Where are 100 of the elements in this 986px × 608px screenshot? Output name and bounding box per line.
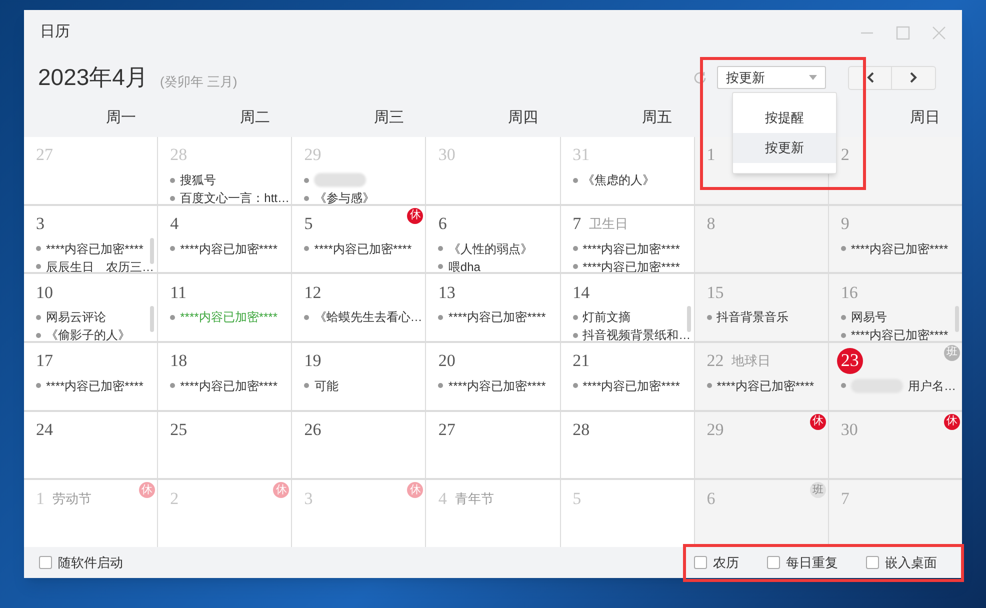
event-item[interactable]: 抖音视频背景纸和…	[582, 326, 691, 341]
day-cell[interactable]: 3 ****内容已加密**** 辰辰生日 农历三…	[24, 206, 158, 272]
day-cell[interactable]: 5 休 ****内容已加密****	[292, 206, 426, 272]
event-item[interactable]: 《参与感》	[314, 189, 374, 204]
event-item[interactable]: ****内容已加密****	[850, 240, 948, 258]
day-cell[interactable]: 17 ****内容已加密****	[24, 342, 158, 410]
day-cell[interactable]: 28 搜狐号 百度文心一言：htt…	[158, 137, 292, 204]
event-item[interactable]: ****内容已加密****	[180, 240, 278, 258]
day-cell[interactable]: 29 休	[694, 412, 828, 478]
blurred-placeholder	[314, 173, 366, 187]
dropdown-option[interactable]: 按提醒	[733, 103, 836, 133]
event-item[interactable]: 百度文心一言：htt…	[180, 189, 290, 204]
day-cell[interactable]: 12 《蛤蟆先生去看心…	[292, 274, 426, 341]
day-cell[interactable]: 23 班 用户名…	[828, 342, 962, 410]
day-cell[interactable]: 14 灯前文摘 抖音视频背景纸和…	[560, 274, 694, 341]
checkbox-option[interactable]: 随软件启动	[39, 552, 123, 572]
day-cell[interactable]: 10 网易云评论 《偷影子的人》	[24, 274, 158, 341]
event-item[interactable]: ****内容已加密****	[582, 376, 680, 395]
day-number: 2	[840, 144, 850, 166]
day-cell[interactable]: 4 ****内容已加密****	[158, 206, 292, 272]
day-cell[interactable]: 11 ****内容已加密****	[158, 274, 292, 341]
event-item[interactable]: 辰辰生日 农历三…	[46, 258, 154, 272]
event-item[interactable]: 《焦虑的人》	[582, 171, 655, 189]
bullet-icon	[572, 246, 578, 252]
scrollbar[interactable]	[686, 306, 691, 332]
day-cell[interactable]: 16 网易号 ****内容已加密****	[828, 274, 962, 341]
event-item[interactable]: ****内容已加密****	[448, 308, 546, 326]
event-item[interactable]: 可能	[314, 376, 338, 395]
bullet-icon	[572, 264, 578, 270]
day-cell[interactable]: 21 ****内容已加密****	[560, 342, 694, 410]
event-item[interactable]: 喂dha	[448, 258, 480, 272]
bullet-icon	[572, 314, 578, 320]
day-cell[interactable]: 27	[426, 412, 560, 478]
event-item[interactable]: ****内容已加密****	[46, 240, 144, 258]
refresh-icon[interactable]	[693, 70, 707, 84]
bullet-icon	[304, 383, 310, 388]
day-cell[interactable]: 6 《人性的弱点》 喂dha	[426, 206, 560, 272]
event-item[interactable]: 抖音背景音乐	[716, 308, 789, 326]
event-item[interactable]: ****内容已加密****	[180, 376, 278, 395]
day-cell[interactable]: 24	[24, 412, 158, 478]
day-number: 2	[170, 488, 179, 510]
day-cell[interactable]: 20 ****内容已加密****	[426, 342, 560, 410]
next-month-button[interactable]	[892, 66, 936, 90]
maximize-icon[interactable]	[896, 26, 910, 40]
event-item[interactable]: ****内容已加密****	[850, 326, 948, 341]
bullet-icon	[840, 383, 846, 388]
chevron-left-icon	[866, 72, 874, 83]
checkbox[interactable]	[767, 556, 780, 569]
previous-month-button[interactable]	[848, 66, 892, 90]
event-item[interactable]: ****内容已加密****	[314, 240, 412, 258]
day-cell[interactable]: 25	[158, 412, 292, 478]
day-cell[interactable]: 30 休	[828, 412, 962, 478]
day-cell[interactable]: 26	[292, 412, 426, 478]
day-number: 21	[572, 350, 590, 372]
event-item[interactable]: ****内容已加密****	[448, 376, 546, 395]
holiday-badge: 班	[810, 482, 826, 498]
scrollbar[interactable]	[954, 306, 959, 332]
event-item[interactable]: ****内容已加密****	[46, 376, 144, 395]
day-number: 28	[170, 144, 188, 166]
bullet-icon	[170, 196, 176, 200]
event-item[interactable]: 用户名…	[908, 376, 956, 395]
day-cell[interactable]: 31 《焦虑的人》	[560, 137, 694, 204]
event-item[interactable]: 网易云评论	[46, 308, 106, 326]
day-cell[interactable]: 18 ****内容已加密****	[158, 342, 292, 410]
dropdown-option[interactable]: 按更新	[733, 133, 836, 163]
event-item[interactable]: ****内容已加密****	[716, 376, 814, 395]
day-cell[interactable]: 15 抖音背景音乐	[694, 274, 828, 341]
checkbox-option[interactable]: 嵌入桌面	[866, 552, 937, 572]
scrollbar[interactable]	[150, 238, 154, 264]
window-title: 日历	[40, 22, 70, 42]
event-item[interactable]: 搜狐号	[180, 171, 216, 189]
checkbox[interactable]	[866, 556, 879, 569]
event-item[interactable]: 《偷影子的人》	[46, 326, 130, 341]
day-cell[interactable]: 19 可能	[292, 342, 426, 410]
checkbox[interactable]	[39, 556, 52, 569]
event-item[interactable]: 灯前文摘	[582, 308, 631, 326]
checkbox[interactable]	[694, 556, 707, 569]
sort-select[interactable]: 按更新	[717, 66, 826, 89]
day-cell[interactable]: 22 地球日 ****内容已加密****	[694, 342, 828, 410]
checkbox-option[interactable]: 每日重复	[767, 552, 838, 572]
dropdown-caret-icon	[809, 75, 817, 80]
checkbox-option[interactable]: 农历	[694, 552, 739, 572]
event-item[interactable]: 《蛤蟆先生去看心…	[314, 308, 422, 326]
close-icon[interactable]	[932, 26, 946, 40]
day-cell[interactable]: 13 ****内容已加密****	[426, 274, 560, 341]
day-cell[interactable]: 29 《参与感》	[292, 137, 426, 204]
bullet-icon	[840, 246, 846, 252]
day-cell[interactable]: 7 卫生日 ****内容已加密**** ****内容已加密****	[560, 206, 694, 272]
event-item[interactable]: 网易号	[850, 308, 887, 326]
day-cell[interactable]: 9 ****内容已加密****	[828, 206, 962, 272]
event-item[interactable]: ****内容已加密****	[582, 240, 680, 258]
day-number: 7	[840, 488, 850, 510]
event-item[interactable]: ****内容已加密****	[582, 258, 680, 272]
event-item[interactable]: 《人性的弱点》	[448, 240, 532, 258]
day-cell[interactable]: 28	[560, 412, 694, 478]
bullet-icon	[170, 246, 176, 252]
day-number: 30	[438, 144, 456, 166]
day-number: 4	[170, 212, 179, 235]
scrollbar[interactable]	[150, 306, 154, 332]
festival-label: 劳动节	[52, 490, 92, 508]
